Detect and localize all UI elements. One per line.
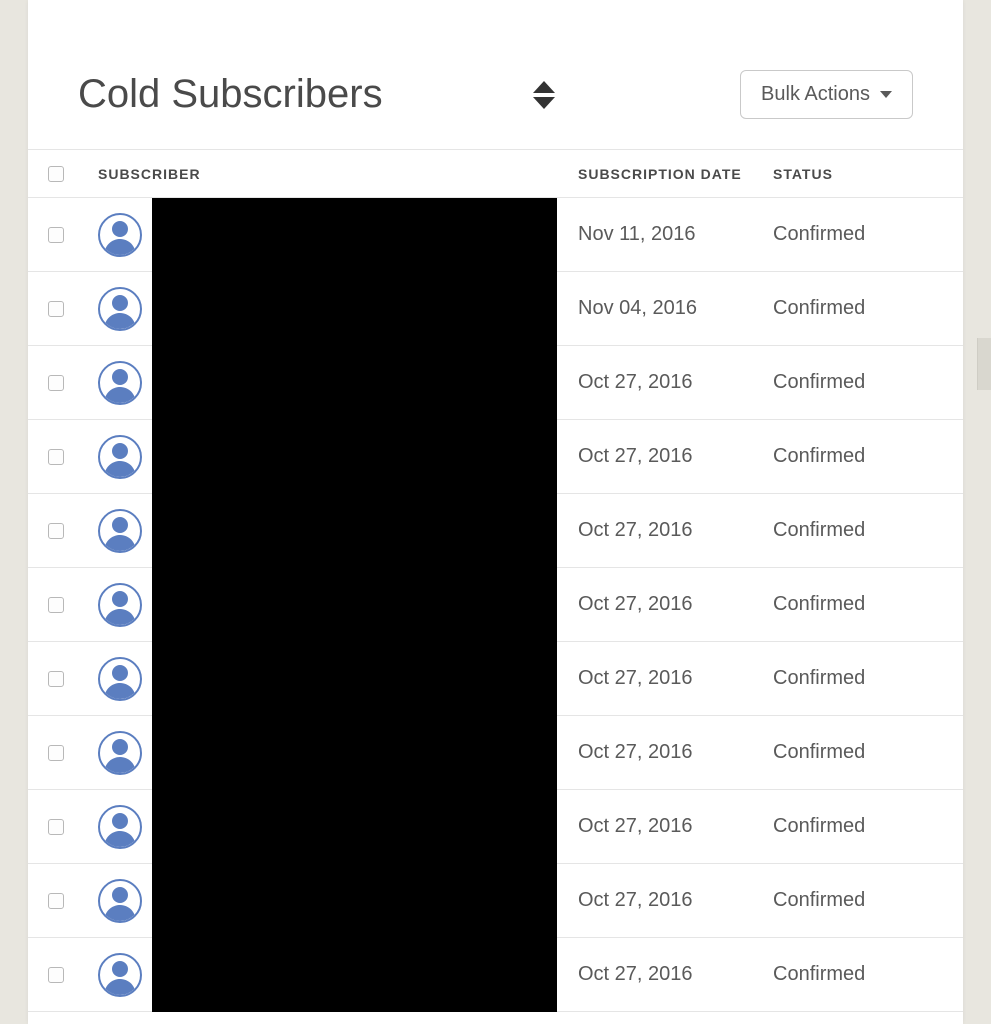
subscriber-redacted — [152, 938, 557, 1012]
avatar-icon — [98, 731, 142, 775]
row-checkbox[interactable] — [48, 227, 64, 243]
col-header-status[interactable]: STATUS — [773, 166, 943, 182]
avatar-icon — [98, 509, 142, 553]
status-label: Confirmed — [773, 223, 943, 246]
subscription-date: Oct 27, 2016 — [578, 667, 773, 690]
status-label: Confirmed — [773, 963, 943, 986]
subscriber-redacted — [152, 864, 557, 938]
subscription-date: Oct 27, 2016 — [578, 445, 773, 468]
table-row[interactable]: Oct 27, 2016Confirmed — [28, 568, 963, 642]
row-checkbox[interactable] — [48, 745, 64, 761]
avatar-icon — [98, 805, 142, 849]
status-label: Confirmed — [773, 297, 943, 320]
col-header-subscription-date[interactable]: SUBSCRIPTION DATE — [578, 166, 773, 182]
avatar-icon — [98, 213, 142, 257]
status-label: Confirmed — [773, 889, 943, 912]
table-row[interactable]: Nov 04, 2016Confirmed — [28, 272, 963, 346]
table-row[interactable]: Oct 27, 2016Confirmed — [28, 716, 963, 790]
bulk-actions-button[interactable]: Bulk Actions — [740, 70, 913, 119]
row-checkbox[interactable] — [48, 893, 64, 909]
status-label: Confirmed — [773, 815, 943, 838]
status-label: Confirmed — [773, 445, 943, 468]
status-label: Confirmed — [773, 519, 943, 542]
avatar-icon — [98, 657, 142, 701]
status-label: Confirmed — [773, 371, 943, 394]
page-title: Cold Subscribers — [78, 72, 383, 117]
row-checkbox[interactable] — [48, 671, 64, 687]
subscription-date: Nov 11, 2016 — [578, 223, 773, 246]
subscription-date: Oct 27, 2016 — [578, 963, 773, 986]
row-checkbox[interactable] — [48, 819, 64, 835]
table-row[interactable]: Oct 27, 2016Confirmed — [28, 938, 963, 1012]
sort-toggle[interactable] — [533, 81, 555, 109]
avatar-icon — [98, 435, 142, 479]
avatar-icon — [98, 583, 142, 627]
subscriber-redacted — [152, 716, 557, 790]
panel-header: Cold Subscribers Bulk Actions — [28, 0, 963, 149]
row-checkbox[interactable] — [48, 597, 64, 613]
subscription-date: Oct 27, 2016 — [578, 741, 773, 764]
row-checkbox[interactable] — [48, 523, 64, 539]
row-checkbox[interactable] — [48, 301, 64, 317]
subscription-date: Oct 27, 2016 — [578, 519, 773, 542]
subscriber-redacted — [152, 198, 557, 272]
avatar-icon — [98, 879, 142, 923]
subscription-date: Nov 04, 2016 — [578, 297, 773, 320]
avatar-icon — [98, 287, 142, 331]
avatar-icon — [98, 953, 142, 997]
caret-down-icon — [880, 91, 892, 98]
subscriber-redacted — [152, 272, 557, 346]
table-row[interactable]: Oct 27, 2016Confirmed — [28, 494, 963, 568]
subscription-date: Oct 27, 2016 — [578, 889, 773, 912]
scrollbar-thumb[interactable] — [977, 338, 991, 390]
table-row[interactable]: Oct 27, 2016Confirmed — [28, 642, 963, 716]
row-checkbox[interactable] — [48, 449, 64, 465]
subscriber-redacted — [152, 420, 557, 494]
subscription-date: Oct 27, 2016 — [578, 815, 773, 838]
subscriber-redacted — [152, 346, 557, 420]
table-row[interactable]: Oct 27, 2016Confirmed — [28, 790, 963, 864]
status-label: Confirmed — [773, 667, 943, 690]
row-checkbox[interactable] — [48, 967, 64, 983]
avatar-icon — [98, 361, 142, 405]
subscribers-table: SUBSCRIBER SUBSCRIPTION DATE STATUS Nov … — [28, 149, 963, 1012]
table-row[interactable]: Oct 27, 2016Confirmed — [28, 864, 963, 938]
subscription-date: Oct 27, 2016 — [578, 371, 773, 394]
table-header-row: SUBSCRIBER SUBSCRIPTION DATE STATUS — [28, 150, 963, 198]
select-all-checkbox[interactable] — [48, 166, 64, 182]
subscribers-panel: Cold Subscribers Bulk Actions — [28, 0, 963, 1024]
subscription-date: Oct 27, 2016 — [578, 593, 773, 616]
row-checkbox[interactable] — [48, 375, 64, 391]
subscriber-redacted — [152, 568, 557, 642]
subscriber-redacted — [152, 494, 557, 568]
sort-down-icon — [533, 97, 555, 109]
subscriber-redacted — [152, 790, 557, 864]
table-row[interactable]: Oct 27, 2016Confirmed — [28, 420, 963, 494]
status-label: Confirmed — [773, 741, 943, 764]
status-label: Confirmed — [773, 593, 943, 616]
table-row[interactable]: Nov 11, 2016Confirmed — [28, 198, 963, 272]
col-header-subscriber[interactable]: SUBSCRIBER — [98, 166, 578, 182]
table-row[interactable]: Oct 27, 2016Confirmed — [28, 346, 963, 420]
bulk-actions-label: Bulk Actions — [761, 83, 870, 106]
sort-up-icon — [533, 81, 555, 93]
subscriber-redacted — [152, 642, 557, 716]
